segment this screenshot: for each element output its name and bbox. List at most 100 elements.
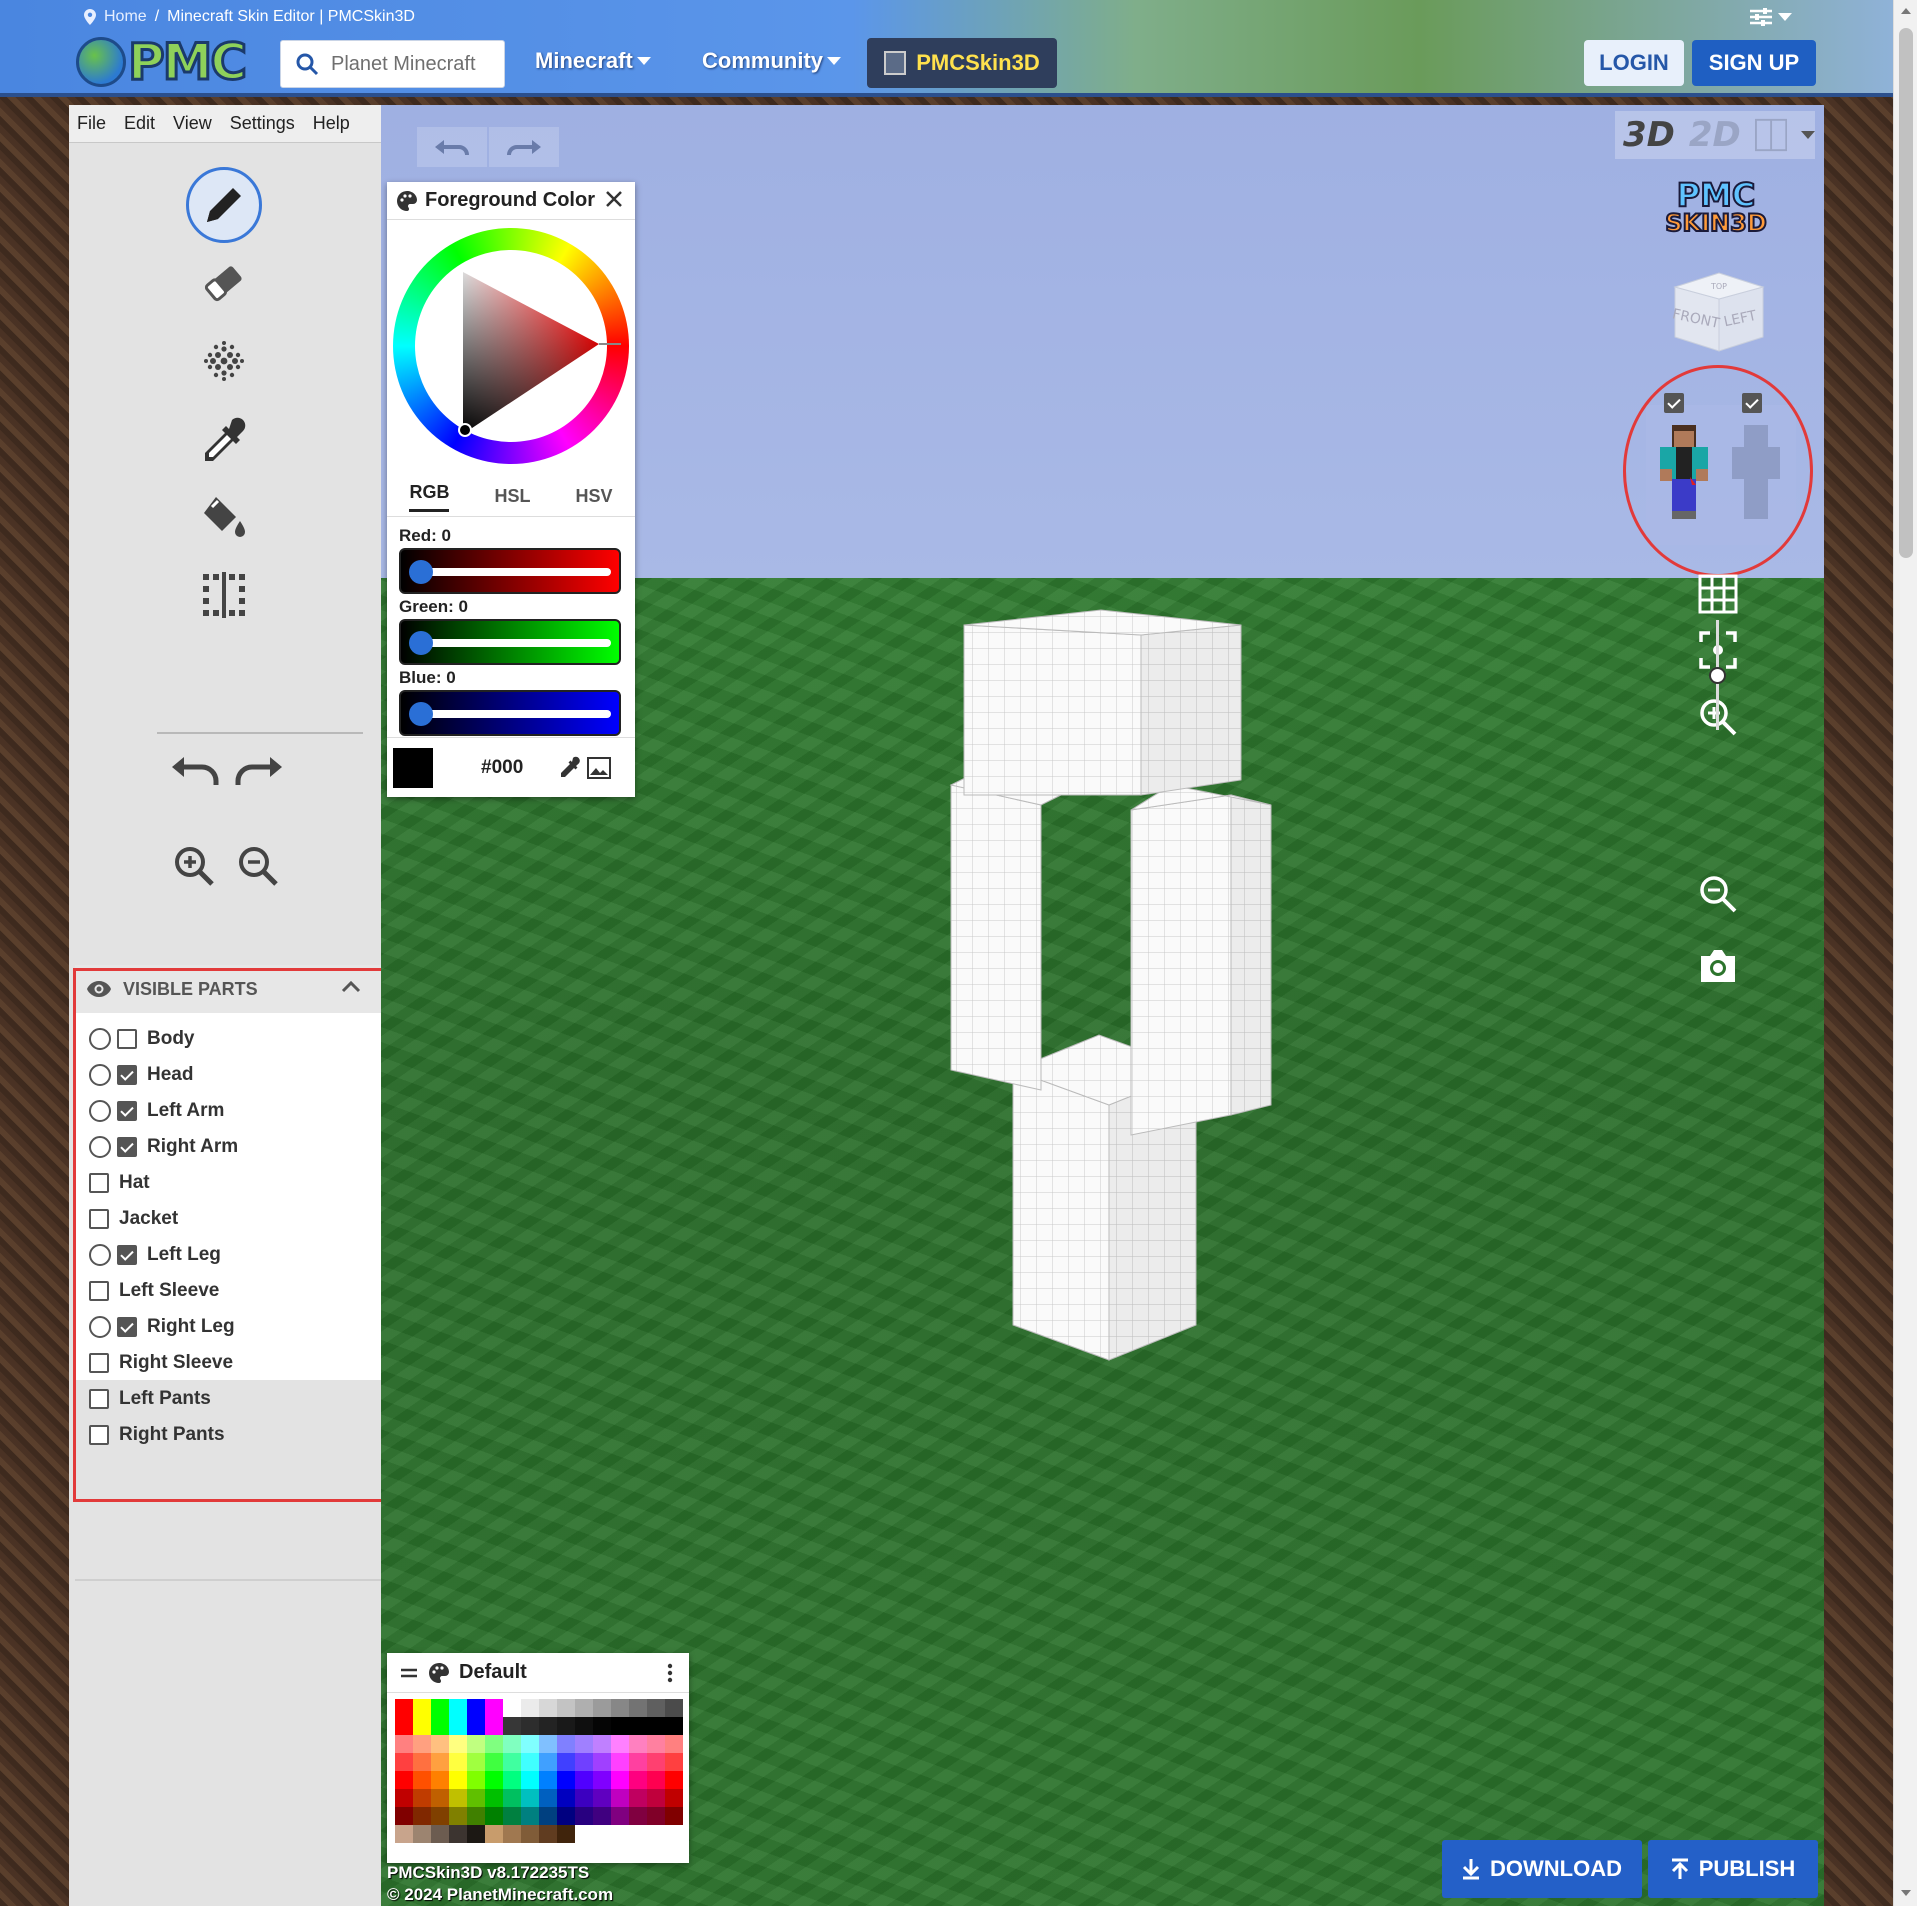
view-2d-button[interactable]: 2D [1689, 115, 1741, 155]
palette-swatch[interactable] [503, 1771, 521, 1789]
publish-button[interactable]: PUBLISH [1648, 1840, 1818, 1898]
palette-swatch[interactable] [593, 1825, 611, 1843]
palette-swatch[interactable] [647, 1825, 665, 1843]
palette-swatch[interactable] [413, 1807, 431, 1825]
palette-swatch[interactable] [665, 1735, 683, 1753]
viewport-undo-button[interactable] [417, 127, 487, 167]
palette-swatch[interactable] [557, 1789, 575, 1807]
palette-swatch[interactable] [431, 1789, 449, 1807]
nav-community[interactable]: Community [702, 48, 841, 74]
palette-swatch[interactable] [485, 1771, 503, 1789]
palette-swatch[interactable] [431, 1825, 449, 1843]
palette-swatch[interactable] [575, 1825, 593, 1843]
palette-swatch[interactable] [575, 1717, 593, 1735]
breadcrumb-home-link[interactable]: Home [104, 8, 147, 26]
palette-swatch[interactable] [647, 1771, 665, 1789]
palette-swatch[interactable] [449, 1699, 467, 1717]
palette-swatch[interactable] [521, 1753, 539, 1771]
green-slider[interactable] [399, 619, 621, 665]
palette-swatch[interactable] [467, 1717, 485, 1735]
palette-swatch[interactable] [449, 1789, 467, 1807]
tab-hsl[interactable]: HSL [494, 486, 530, 507]
palette-swatch[interactable] [449, 1771, 467, 1789]
palette-swatch[interactable] [449, 1807, 467, 1825]
palette-swatch[interactable] [395, 1717, 413, 1735]
blue-slider[interactable] [399, 690, 621, 736]
palette-swatch[interactable] [413, 1735, 431, 1753]
palette-swatch[interactable] [503, 1789, 521, 1807]
palette-swatch[interactable] [395, 1825, 413, 1843]
viewport-redo-button[interactable] [489, 127, 559, 167]
palette-swatch[interactable] [395, 1771, 413, 1789]
palette-swatch[interactable] [413, 1699, 431, 1717]
palette-swatch[interactable] [557, 1771, 575, 1789]
palette-swatch[interactable] [485, 1807, 503, 1825]
palette-swatch[interactable] [611, 1717, 629, 1735]
palette-swatch[interactable] [521, 1771, 539, 1789]
palette-swatch[interactable] [539, 1825, 557, 1843]
palette-header[interactable]: Default [387, 1653, 689, 1693]
palette-swatch[interactable] [431, 1753, 449, 1771]
palette-swatch[interactable] [431, 1735, 449, 1753]
palette-swatch[interactable] [629, 1789, 647, 1807]
zoom-slider-thumb[interactable] [1709, 667, 1726, 684]
palette-swatch[interactable] [629, 1825, 647, 1843]
palette-swatch[interactable] [467, 1771, 485, 1789]
palette-swatch[interactable] [413, 1753, 431, 1771]
screenshot-button[interactable] [1691, 939, 1745, 993]
palette-swatch[interactable] [575, 1735, 593, 1753]
palette-swatch[interactable] [611, 1753, 629, 1771]
palette-swatch[interactable] [467, 1789, 485, 1807]
palette-swatch[interactable] [521, 1789, 539, 1807]
green-slider-thumb[interactable] [409, 631, 433, 655]
palette-swatch[interactable] [521, 1825, 539, 1843]
search-input[interactable] [331, 52, 491, 76]
palette-swatch[interactable] [647, 1735, 665, 1753]
menu-edit[interactable]: Edit [124, 113, 155, 134]
palette-swatch[interactable] [557, 1735, 575, 1753]
nav-minecraft[interactable]: Minecraft [535, 48, 651, 74]
pmcskin3d-app-button[interactable]: PMCSkin3D [867, 38, 1057, 88]
palette-swatch[interactable] [539, 1789, 557, 1807]
eraser-tool-button[interactable] [186, 245, 262, 321]
site-logo[interactable]: PMC [76, 32, 249, 93]
palette-swatch[interactable] [449, 1735, 467, 1753]
palette-swatch[interactable] [647, 1753, 665, 1771]
image-icon[interactable] [587, 756, 611, 779]
palette-swatch[interactable] [665, 1807, 683, 1825]
palette-swatch[interactable] [431, 1807, 449, 1825]
menu-settings[interactable]: Settings [230, 113, 295, 134]
palette-swatch[interactable] [665, 1717, 683, 1735]
palette-swatch[interactable] [539, 1807, 557, 1825]
palette-swatch[interactable] [557, 1753, 575, 1771]
tab-hsv[interactable]: HSV [575, 486, 612, 507]
palette-swatch[interactable] [575, 1807, 593, 1825]
hex-value[interactable]: #000 [481, 757, 551, 779]
palette-swatch[interactable] [575, 1771, 593, 1789]
palette-swatch[interactable] [485, 1753, 503, 1771]
palette-swatch[interactable] [647, 1699, 665, 1717]
palette-swatch[interactable] [665, 1753, 683, 1771]
eyedropper-tool-button[interactable] [186, 401, 262, 477]
palette-swatch[interactable] [449, 1825, 467, 1843]
palette-swatch[interactable] [467, 1753, 485, 1771]
menu-help[interactable]: Help [313, 113, 350, 134]
palette-swatch[interactable] [611, 1699, 629, 1717]
menu-file[interactable]: File [77, 113, 106, 134]
palette-swatch[interactable] [611, 1807, 629, 1825]
palette-swatch[interactable] [593, 1717, 611, 1735]
palette-swatch[interactable] [485, 1699, 503, 1717]
viewport-zoom-out-button[interactable] [1691, 867, 1745, 921]
palette-swatch[interactable] [413, 1771, 431, 1789]
palette-swatch[interactable] [539, 1735, 557, 1753]
palette-swatch[interactable] [593, 1735, 611, 1753]
palette-swatch[interactable] [665, 1789, 683, 1807]
palette-swatch[interactable] [485, 1717, 503, 1735]
palette-swatch[interactable] [629, 1717, 647, 1735]
palette-swatch[interactable] [503, 1717, 521, 1735]
noise-tool-button[interactable] [186, 323, 262, 399]
palette-swatch[interactable] [431, 1717, 449, 1735]
palette-swatch[interactable] [593, 1699, 611, 1717]
palette-swatch[interactable] [557, 1717, 575, 1735]
palette-swatch[interactable] [611, 1771, 629, 1789]
